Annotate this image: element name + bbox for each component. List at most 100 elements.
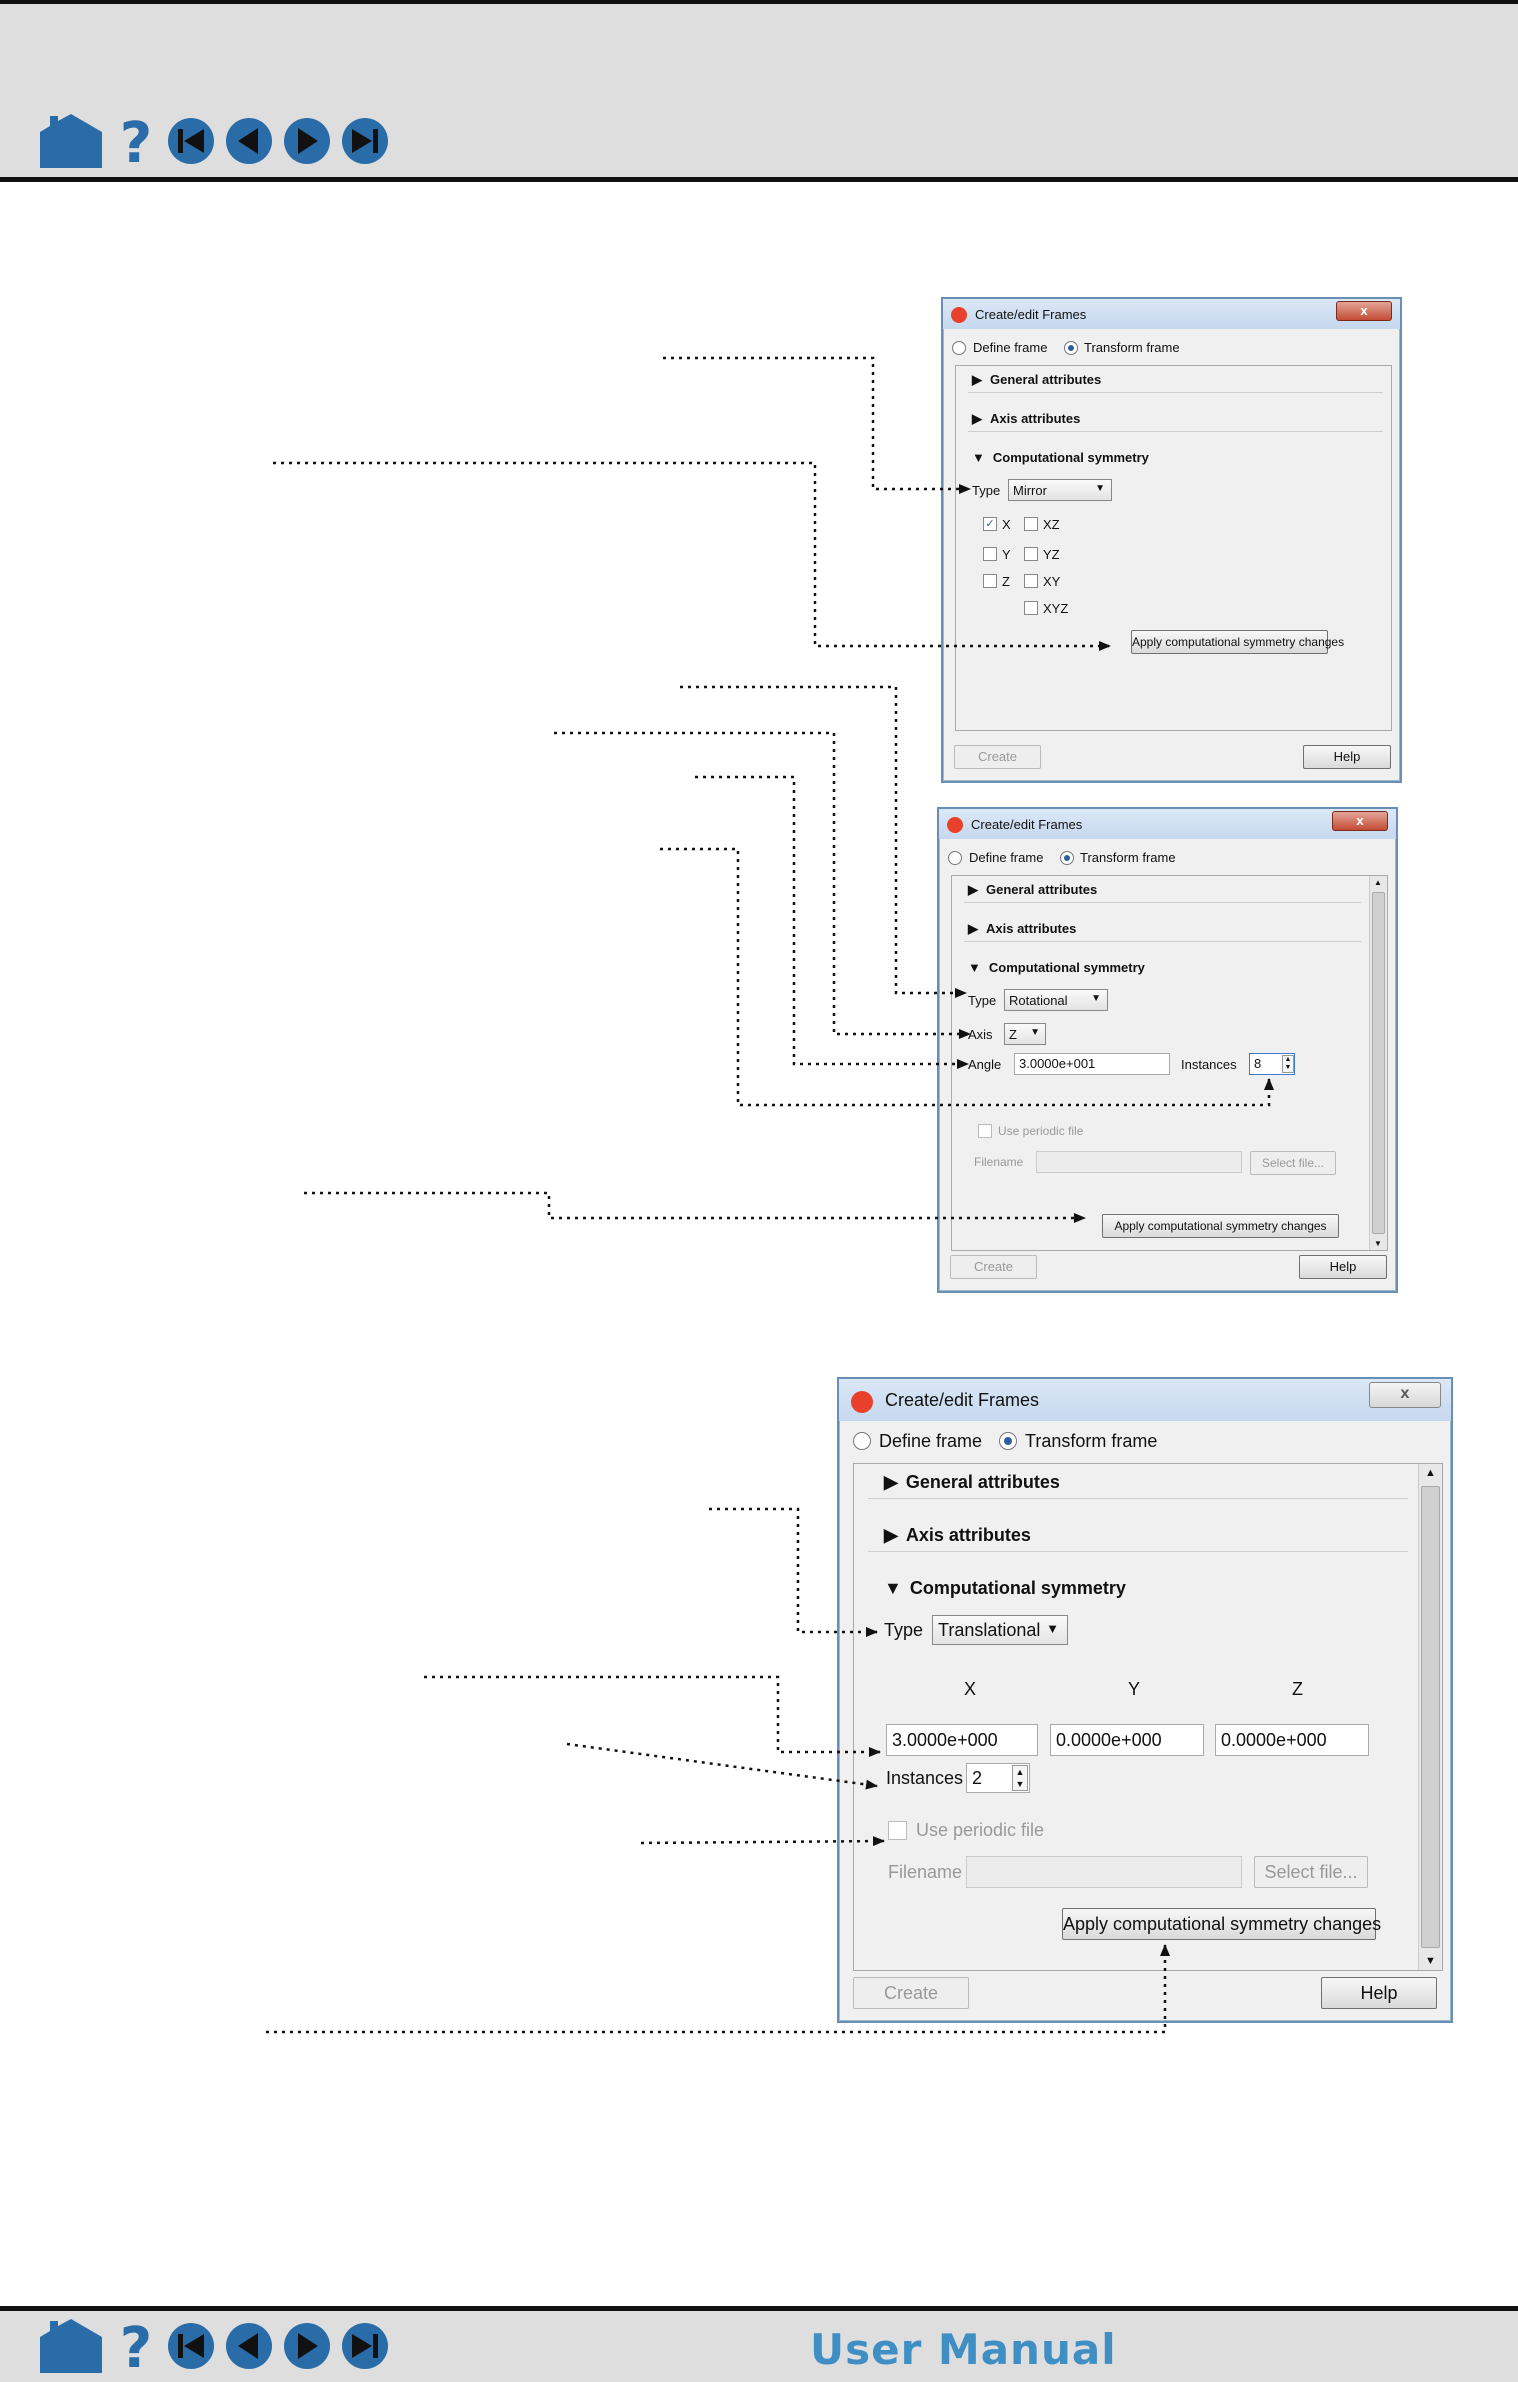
x-column-label: X	[964, 1679, 977, 1699]
transform-frame-radio[interactable]	[999, 1432, 1017, 1450]
expand-arrow-icon: ▶	[884, 1525, 898, 1545]
x-checkbox[interactable]: ✓	[983, 517, 997, 531]
computational-symmetry-section[interactable]: ▼ Computational symmetry	[972, 450, 1149, 465]
apply-computational-symmetry-button[interactable]: Apply computational symmetry changes	[1062, 1908, 1381, 1940]
define-frame-radio[interactable]	[853, 1432, 871, 1450]
title-bar: Create/edit Frames x	[939, 809, 1396, 839]
home-icon[interactable]	[36, 112, 106, 170]
create-button[interactable]: Create	[954, 745, 1041, 769]
computational-symmetry-section[interactable]: ▼ Computational symmetry	[968, 960, 1145, 975]
create-button[interactable]: Create	[950, 1255, 1037, 1279]
expand-arrow-icon: ▶	[884, 1472, 898, 1492]
use-periodic-file-checkbox[interactable]	[978, 1124, 992, 1138]
axis-attributes-section[interactable]: ▶ Axis attributes	[972, 411, 1080, 427]
previous-page-icon[interactable]	[224, 2321, 274, 2371]
scroll-up-icon[interactable]: ▲	[1374, 878, 1382, 887]
z-offset-input[interactable]: 0.0000e+000	[1215, 1724, 1369, 1756]
yz-checkbox-label: YZ	[1043, 547, 1060, 562]
vertical-scrollbar[interactable]: ▲ ▼	[1369, 876, 1387, 1250]
filename-input[interactable]	[1036, 1151, 1242, 1173]
transform-frame-radio[interactable]	[1060, 851, 1074, 865]
y-offset-input[interactable]: 0.0000e+000	[1050, 1724, 1204, 1756]
z-column-label: Z	[1292, 1679, 1303, 1699]
top-banner: ?	[0, 0, 1518, 182]
spin-arrows-icon[interactable]: ▲ ▼	[1282, 1055, 1294, 1073]
chevron-down-icon: ▼	[1046, 1621, 1059, 1636]
z-checkbox-label: Z	[1002, 574, 1010, 589]
previous-page-icon[interactable]	[224, 116, 274, 166]
xz-checkbox[interactable]	[1024, 517, 1038, 531]
xyz-checkbox-label: XYZ	[1043, 601, 1069, 616]
y-checkbox-label: Y	[1002, 547, 1011, 562]
z-checkbox[interactable]	[983, 574, 997, 588]
general-attributes-section[interactable]: ▶ General attributes	[884, 1472, 1060, 1493]
next-page-icon[interactable]	[282, 116, 332, 166]
define-frame-radio[interactable]	[952, 341, 966, 355]
select-file-button[interactable]: Select file...	[1250, 1151, 1336, 1175]
general-attributes-section[interactable]: ▶ General attributes	[968, 882, 1097, 898]
close-button[interactable]: x	[1336, 301, 1392, 321]
title-bar: Create/edit Frames x	[943, 299, 1400, 329]
y-column-label: Y	[1128, 1679, 1141, 1699]
apply-computational-symmetry-button[interactable]: Apply computational symmetry changes	[1131, 630, 1344, 654]
define-frame-radio[interactable]	[948, 851, 962, 865]
y-checkbox[interactable]	[983, 547, 997, 561]
last-page-icon[interactable]	[340, 2321, 390, 2371]
divider	[868, 1498, 1408, 1499]
xyz-checkbox[interactable]	[1024, 601, 1038, 615]
chevron-down-icon: ▼	[1095, 483, 1105, 494]
xz-checkbox-label: XZ	[1043, 517, 1060, 532]
next-page-icon[interactable]	[282, 2321, 332, 2371]
first-page-icon[interactable]	[166, 2321, 216, 2371]
close-button[interactable]: x	[1332, 811, 1388, 831]
create-edit-frames-dialog-rotational: Create/edit Frames x Define frame Transf…	[937, 807, 1398, 1293]
divider	[968, 431, 1383, 432]
help-icon[interactable]: ?	[114, 112, 158, 170]
help-button[interactable]: Help	[1321, 1977, 1437, 2009]
help-icon[interactable]: ?	[114, 2317, 158, 2375]
computational-symmetry-section[interactable]: ▼ Computational symmetry	[884, 1578, 1126, 1599]
callout-line-instances-translational	[566, 1742, 878, 1790]
svg-text:?: ?	[120, 112, 152, 170]
select-file-button[interactable]: Select file...	[1254, 1856, 1368, 1888]
transform-frame-label: Transform frame	[1080, 850, 1176, 865]
type-dropdown[interactable]: Translational ▼	[932, 1615, 1068, 1645]
general-attributes-section[interactable]: ▶ General attributes	[972, 372, 1101, 388]
callout-line-axis	[554, 731, 971, 1039]
app-logo-icon	[851, 1391, 873, 1413]
type-dropdown[interactable]: Rotational ▼	[1004, 989, 1108, 1011]
axis-attributes-section[interactable]: ▶ Axis attributes	[884, 1525, 1031, 1546]
scroll-down-icon[interactable]: ▼	[1374, 1239, 1382, 1248]
scrollbar-thumb[interactable]	[1421, 1486, 1440, 1948]
filename-input[interactable]	[966, 1856, 1242, 1888]
expand-arrow-icon: ▶	[972, 411, 982, 426]
spin-arrows-icon[interactable]: ▲ ▼	[1012, 1765, 1028, 1791]
top-navigation-bar: ?	[36, 112, 390, 170]
apply-computational-symmetry-button[interactable]: Apply computational symmetry changes	[1102, 1214, 1339, 1238]
axis-dropdown[interactable]: Z ▼	[1004, 1023, 1046, 1045]
help-button[interactable]: Help	[1299, 1255, 1387, 1279]
first-page-icon[interactable]	[166, 116, 216, 166]
last-page-icon[interactable]	[340, 116, 390, 166]
type-value: Translational	[938, 1620, 1041, 1640]
app-logo-icon	[947, 817, 963, 833]
transform-frame-radio[interactable]	[1064, 341, 1078, 355]
type-dropdown[interactable]: Mirror ▼	[1008, 479, 1112, 501]
vertical-scrollbar[interactable]: ▲ ▼	[1418, 1464, 1442, 1970]
callout-line-angle	[695, 775, 969, 1069]
xy-checkbox[interactable]	[1024, 574, 1038, 588]
scroll-down-icon[interactable]: ▼	[1425, 1955, 1436, 1967]
define-frame-label: Define frame	[969, 850, 1044, 865]
angle-input[interactable]: 3.0000e+001	[1014, 1053, 1170, 1075]
attributes-panel: ▶ General attributes ▶ Axis attributes ▼ Co…	[955, 365, 1392, 731]
home-icon[interactable]	[36, 2317, 106, 2375]
help-button[interactable]: Help	[1303, 745, 1391, 769]
create-button[interactable]: Create	[853, 1977, 969, 2009]
scrollbar-thumb[interactable]	[1372, 892, 1385, 1234]
yz-checkbox[interactable]	[1024, 547, 1038, 561]
axis-attributes-section[interactable]: ▶ Axis attributes	[968, 921, 1076, 937]
use-periodic-file-checkbox[interactable]	[888, 1821, 907, 1840]
x-offset-input[interactable]: 3.0000e+000	[886, 1724, 1038, 1756]
scroll-up-icon[interactable]: ▲	[1425, 1467, 1436, 1479]
close-button[interactable]: x	[1369, 1382, 1441, 1408]
